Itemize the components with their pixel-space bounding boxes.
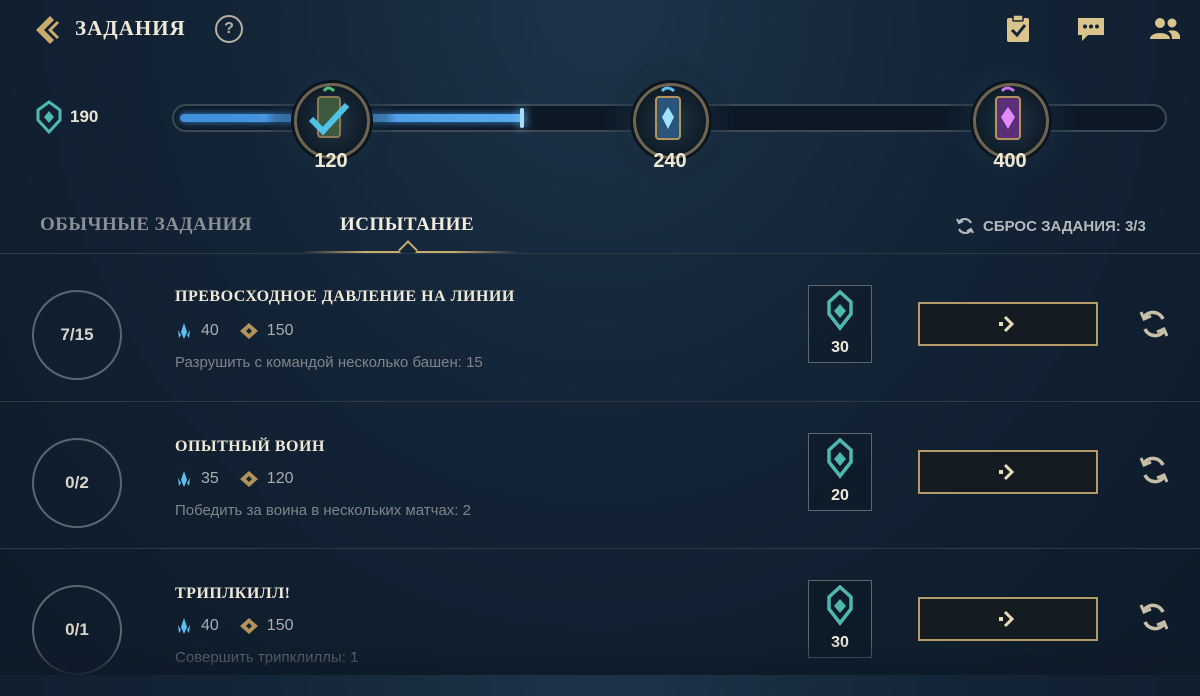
- quest-description: Совершить трипклиллы: 1: [175, 649, 359, 666]
- quest-row: 0/1 ТРИПЛКИЛЛ! 40 150 Совершить трипклил…: [0, 549, 1200, 696]
- quest-progress: 0/2: [32, 438, 122, 528]
- progress-tip: [520, 108, 524, 128]
- quest-points-badge: 30: [808, 285, 872, 363]
- gold-token-icon: [239, 323, 258, 339]
- milestone-400-value: 400: [993, 150, 1027, 172]
- go-button[interactable]: [918, 597, 1098, 641]
- chat-bubble-icon: [1078, 18, 1104, 41]
- quest-rewards: 40 150: [175, 617, 294, 635]
- quest-rewards: 40 150: [175, 322, 294, 340]
- milestone-240[interactable]: [633, 83, 709, 159]
- quest-progress: 7/15: [32, 290, 122, 380]
- quest-points-badge: 20: [808, 433, 872, 511]
- refresh-icon: [1139, 603, 1169, 631]
- help-button[interactable]: ?: [215, 15, 243, 43]
- clipboard-check-icon: [1007, 14, 1029, 42]
- blue-reward-capsule-icon: [655, 86, 681, 140]
- reward-blue-value: 40: [201, 322, 219, 339]
- milestone-120-value: 120: [314, 150, 348, 172]
- badge-points: 20: [831, 487, 849, 504]
- points-value: 190: [70, 107, 99, 126]
- back-button[interactable]: [30, 12, 66, 48]
- quest-title: ТРИПЛКИЛЛ!: [175, 585, 291, 602]
- friends-icon: [1150, 18, 1181, 39]
- milestone-240-value: 240: [653, 150, 687, 172]
- quest-title: ПРЕВОСХОДНОЕ ДАВЛЕНИЕ НА ЛИНИИ: [175, 288, 515, 305]
- arrow-right-icon: [999, 463, 1015, 481]
- go-button[interactable]: [918, 450, 1098, 494]
- blue-essence-icon: [178, 618, 190, 634]
- reward-blue-value: 40: [201, 617, 219, 634]
- crest-icon: [36, 100, 62, 134]
- quest-title: ОПЫТНЫЙ ВОИН: [175, 438, 325, 455]
- quest-row: 7/15 ПРЕВОСХОДНОЕ ДАВЛЕНИЕ НА ЛИНИИ 40 1…: [0, 254, 1200, 401]
- tab-challenge[interactable]: ИСПЫТАНИЕ: [340, 214, 474, 236]
- go-button[interactable]: [918, 302, 1098, 346]
- gold-token-icon: [239, 471, 258, 487]
- reset-counter: СБРОС ЗАДАНИЯ: 3/3: [955, 216, 1146, 236]
- reset-label: СБРОС ЗАДАНИЯ: 3/3: [983, 217, 1146, 235]
- quest-progress: 0/1: [32, 585, 122, 675]
- quest-points-badge: 30: [808, 580, 872, 658]
- milestone-400[interactable]: [973, 83, 1049, 159]
- crest-icon: [827, 584, 853, 626]
- milestone-120[interactable]: [294, 83, 370, 159]
- crest-icon: [827, 289, 853, 331]
- missions-button[interactable]: [1003, 14, 1033, 44]
- reward-gold-value: 120: [266, 470, 294, 487]
- back-chevron-icon: [36, 16, 60, 44]
- badge-points: 30: [831, 634, 849, 651]
- reroll-button[interactable]: [1138, 308, 1170, 340]
- reward-blue-value: 35: [201, 470, 219, 487]
- badge-points: 30: [831, 339, 849, 356]
- blue-essence-icon: [178, 323, 190, 339]
- purple-reward-capsule-icon: [995, 86, 1021, 140]
- crest-icon: [827, 437, 853, 479]
- reroll-button[interactable]: [1138, 601, 1170, 633]
- reward-gold-value: 150: [266, 322, 294, 339]
- refresh-icon: [1139, 310, 1169, 338]
- arrow-right-icon: [999, 610, 1015, 628]
- quest-description: Победить за воина в нескольких матчах: 2: [175, 502, 471, 519]
- gold-token-icon: [239, 618, 258, 634]
- reroll-button[interactable]: [1138, 454, 1170, 486]
- arrow-right-icon: [999, 315, 1015, 333]
- chat-button[interactable]: [1076, 14, 1106, 44]
- refresh-icon: [956, 217, 974, 235]
- friends-button[interactable]: [1149, 14, 1181, 44]
- points-counter: 190: [36, 100, 98, 134]
- page-title: ЗАДАНИЯ: [75, 16, 186, 40]
- quest-rewards: 35 120: [175, 470, 294, 488]
- green-reward-capsule-icon: [308, 86, 350, 138]
- quest-row: 0/2 ОПЫТНЫЙ ВОИН 35 120 Победить за воин…: [0, 402, 1200, 549]
- refresh-icon: [1139, 456, 1169, 484]
- tab-normal-quests[interactable]: ОБЫЧНЫЕ ЗАДАНИЯ: [40, 214, 252, 236]
- quest-description: Разрушить с командой несколько башен: 15: [175, 354, 483, 371]
- reward-gold-value: 150: [266, 617, 294, 634]
- blue-essence-icon: [178, 471, 190, 487]
